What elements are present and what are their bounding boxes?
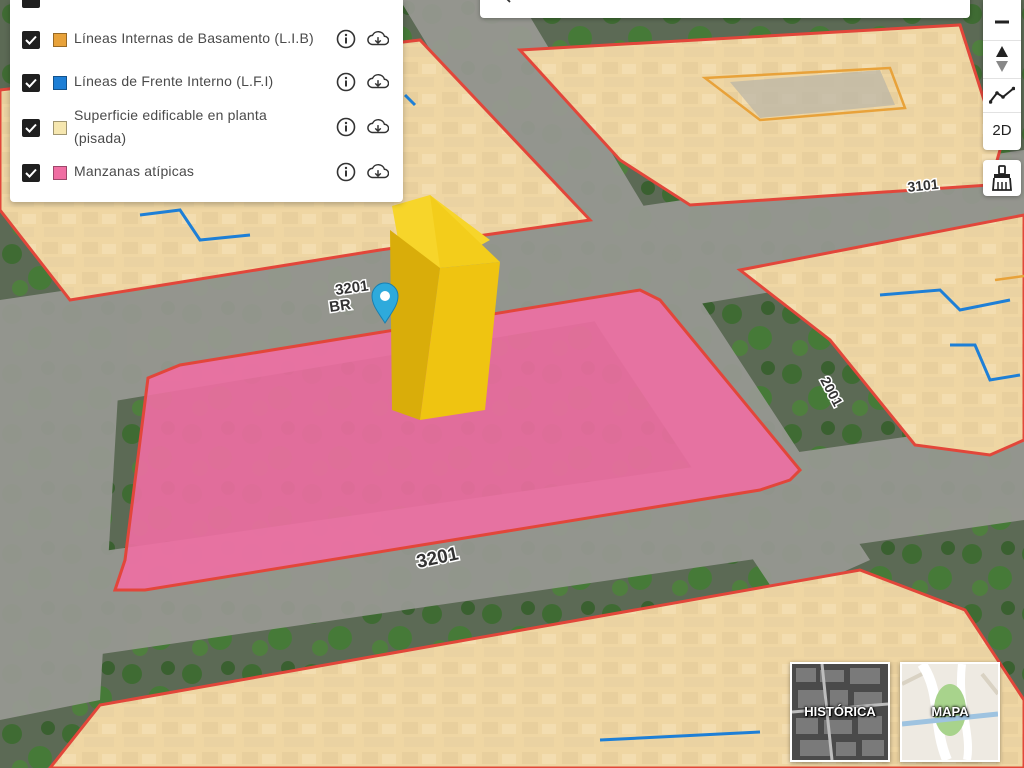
view-mode-label: 2D	[992, 121, 1012, 139]
elevation-profile-button[interactable]	[983, 78, 1021, 113]
basemap-label: MAPA	[931, 704, 969, 719]
layer-swatch-atipica	[53, 166, 67, 180]
layer-swatch-lfi	[53, 76, 67, 90]
info-icon[interactable]	[335, 28, 357, 50]
layer-checkbox[interactable]	[22, 0, 40, 8]
block-number-top-right: 3101	[907, 176, 940, 195]
clear-button[interactable]	[983, 160, 1021, 196]
cloud-download-icon[interactable]	[367, 116, 389, 138]
basemap-historica-button[interactable]: HISTÓRICA	[790, 662, 890, 762]
basemap-mapa-button[interactable]: MAPA	[900, 662, 1000, 762]
compass-button[interactable]	[983, 40, 1021, 79]
view-mode-2d-button[interactable]: 2D	[983, 112, 1021, 148]
basemap-label: HISTÓRICA	[804, 704, 876, 719]
cloud-download-icon[interactable]	[367, 161, 389, 183]
brush-icon	[992, 165, 1012, 191]
layer-checkbox-lfi[interactable]	[22, 74, 40, 92]
layer-checkbox-atipica[interactable]	[22, 164, 40, 182]
layer-label-lib: Líneas Internas de Basamento (L.I.B)	[74, 30, 314, 46]
layer-label-atipica: Manzanas atípicas	[74, 163, 195, 179]
layer-row-atipica: Manzanas atípicas	[10, 160, 403, 184]
layer-label-lfi: Líneas de Frente Interno (L.F.I)	[74, 73, 274, 89]
layer-panel: Líneas Internas de Basamento (L.I.B) Lín…	[10, 0, 403, 202]
zoom-out-button[interactable]	[983, 4, 1021, 41]
info-icon[interactable]	[335, 71, 357, 93]
cloud-download-icon[interactable]	[367, 71, 389, 93]
layer-label-pisada: Superficie edificable en planta (pisada)	[74, 107, 267, 146]
street-label: BR	[328, 296, 352, 316]
layer-row-partial	[10, 0, 403, 10]
search-bar[interactable]	[480, 0, 970, 18]
layer-checkbox-pisada[interactable]	[22, 119, 40, 137]
minus-icon	[995, 20, 1009, 24]
info-icon[interactable]	[335, 116, 357, 138]
info-icon[interactable]	[335, 161, 357, 183]
map-toolbar: 2D	[983, 0, 1021, 150]
elevation-profile-icon	[989, 86, 1015, 104]
compass-icon	[996, 46, 1008, 72]
layer-swatch-lib	[53, 33, 67, 47]
layer-checkbox-lib[interactable]	[22, 31, 40, 49]
cloud-download-icon[interactable]	[367, 28, 389, 50]
layer-row-lfi: Líneas de Frente Interno (L.F.I)	[10, 70, 403, 94]
layer-swatch-pisada	[53, 121, 67, 135]
layer-row-lib: Líneas Internas de Basamento (L.I.B)	[10, 27, 403, 51]
layer-row-pisada: Superficie edificable en planta (pisada)	[10, 104, 403, 150]
search-icon	[496, 0, 512, 9]
